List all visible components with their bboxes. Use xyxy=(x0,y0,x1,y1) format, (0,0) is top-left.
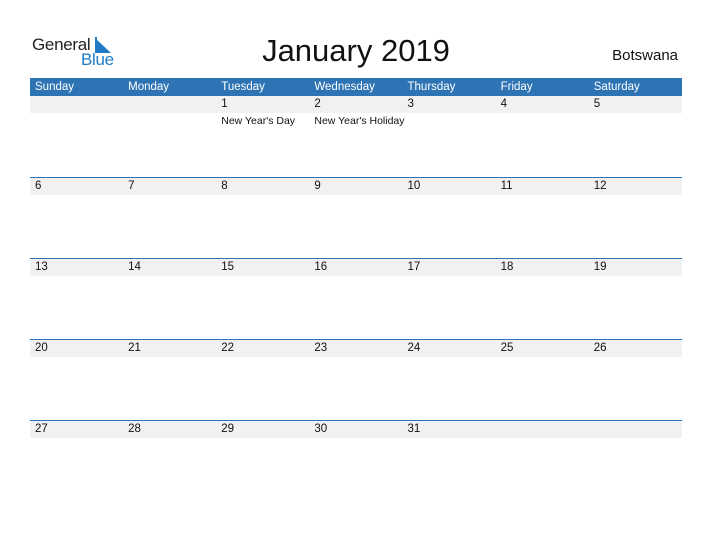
day-cell: 1 New Year's Day xyxy=(216,96,309,128)
day-cell: 22 xyxy=(216,340,309,358)
day-number: 8 xyxy=(221,180,228,192)
calendar-title: January 2019 xyxy=(262,33,450,68)
week-row: 6 7 8 9 10 11 12 xyxy=(30,177,682,258)
day-number xyxy=(128,96,216,113)
country-label: Botswana xyxy=(612,47,678,64)
day-cell: 29 xyxy=(216,421,309,439)
holiday-label: New Year's Holiday xyxy=(314,115,405,127)
day-number: 1 xyxy=(221,98,228,110)
day-number: 19 xyxy=(593,261,607,273)
weekday-sunday: Sunday xyxy=(35,81,75,93)
day-cell: 16 xyxy=(309,259,402,277)
day-number: 11 xyxy=(500,180,513,192)
weeks-container: 1 New Year's Day 2 New Year's Holiday 3 4 5 6 7 8… xyxy=(30,96,682,501)
day-cell: 11 xyxy=(496,178,589,196)
day-number xyxy=(35,96,123,113)
day-number: 4 xyxy=(500,98,508,110)
day-number: 12 xyxy=(593,180,607,192)
weekday-thursday: Thursday xyxy=(407,81,456,93)
day-number: 13 xyxy=(35,261,48,273)
day-cell: 6 xyxy=(30,178,123,196)
day-cell: 28 xyxy=(123,421,216,439)
day-number: 25 xyxy=(500,342,514,354)
day-number: 15 xyxy=(221,261,235,273)
day-cell: 31 xyxy=(403,421,496,439)
day-number: 17 xyxy=(407,261,421,273)
day-cell: 17 xyxy=(403,259,496,277)
holiday-label: New Year's Day xyxy=(221,115,296,127)
day-number: 10 xyxy=(407,180,421,192)
day-number: 22 xyxy=(221,342,235,354)
day-number: 16 xyxy=(314,261,328,273)
day-cell: 13 xyxy=(30,259,123,277)
day-cell: 14 xyxy=(123,259,216,277)
week-days: 1 New Year's Day 2 New Year's Holiday 3 4 5 xyxy=(30,96,682,128)
day-cell: 8 xyxy=(216,178,309,196)
day-cell xyxy=(123,96,216,128)
weekday-monday: Monday xyxy=(128,81,170,93)
week-days: 27 28 29 30 31 xyxy=(30,421,682,439)
day-cell: 20 xyxy=(30,340,123,358)
day-number: 5 xyxy=(593,98,601,110)
day-number: 24 xyxy=(407,342,421,354)
day-cell: 27 xyxy=(30,421,123,439)
week-row: 13 14 15 16 17 18 19 xyxy=(30,258,682,339)
day-cell xyxy=(496,421,589,439)
weekday-wednesday: Wednesday xyxy=(314,81,375,93)
week-days: 20 21 22 23 24 25 26 xyxy=(30,340,682,358)
weekday-saturday: Saturday xyxy=(593,81,640,93)
day-cell: 25 xyxy=(496,340,589,358)
day-cell: 15 xyxy=(216,259,309,277)
day-number: 29 xyxy=(221,423,235,435)
day-number: 30 xyxy=(314,423,328,435)
day-cell xyxy=(30,96,123,128)
day-cell: 19 xyxy=(589,259,682,277)
day-number: 7 xyxy=(128,180,135,192)
day-cell: 4 xyxy=(496,96,589,128)
day-cell: 23 xyxy=(309,340,402,358)
weekday-tuesday: Tuesday xyxy=(221,81,265,93)
calendar-grid: Sunday Monday Tuesday Wednesday Thursday… xyxy=(30,78,682,501)
week-row: 27 28 29 30 31 xyxy=(30,420,682,501)
day-cell: 9 xyxy=(309,178,402,196)
day-number xyxy=(501,421,589,438)
day-cell: 3 xyxy=(403,96,496,128)
weekday-header: Sunday Monday Tuesday Wednesday Thursday… xyxy=(30,78,682,96)
week-days: 13 14 15 16 17 18 19 xyxy=(30,259,682,277)
day-cell: 18 xyxy=(496,259,589,277)
day-cell: 30 xyxy=(309,421,402,439)
day-number: 2 xyxy=(314,98,321,110)
day-cell: 21 xyxy=(123,340,216,358)
week-row: 20 21 22 23 24 25 26 xyxy=(30,339,682,420)
day-cell: 2 New Year's Holiday xyxy=(309,96,405,128)
day-number: 31 xyxy=(407,423,421,435)
week-days: 6 7 8 9 10 11 12 xyxy=(30,178,682,196)
day-number: 20 xyxy=(35,342,48,354)
day-number: 9 xyxy=(314,180,321,192)
day-number: 27 xyxy=(35,423,48,435)
day-number: 21 xyxy=(128,342,141,354)
weekday-friday: Friday xyxy=(500,81,533,93)
day-number: 23 xyxy=(314,342,328,354)
day-cell: 24 xyxy=(403,340,496,358)
week-row: 1 New Year's Day 2 New Year's Holiday 3 4 5 xyxy=(30,96,682,177)
day-number: 3 xyxy=(407,98,414,110)
day-cell: 12 xyxy=(589,178,682,196)
day-cell: 7 xyxy=(123,178,216,196)
day-number: 28 xyxy=(128,423,141,435)
day-cell: 26 xyxy=(589,340,682,358)
day-cell xyxy=(589,421,682,439)
day-number: 14 xyxy=(128,261,141,273)
day-cell: 5 xyxy=(589,96,682,128)
day-number: 26 xyxy=(593,342,607,354)
day-number: 18 xyxy=(500,261,514,273)
day-number: 6 xyxy=(35,180,42,192)
day-number xyxy=(594,421,682,438)
day-cell: 10 xyxy=(403,178,496,196)
